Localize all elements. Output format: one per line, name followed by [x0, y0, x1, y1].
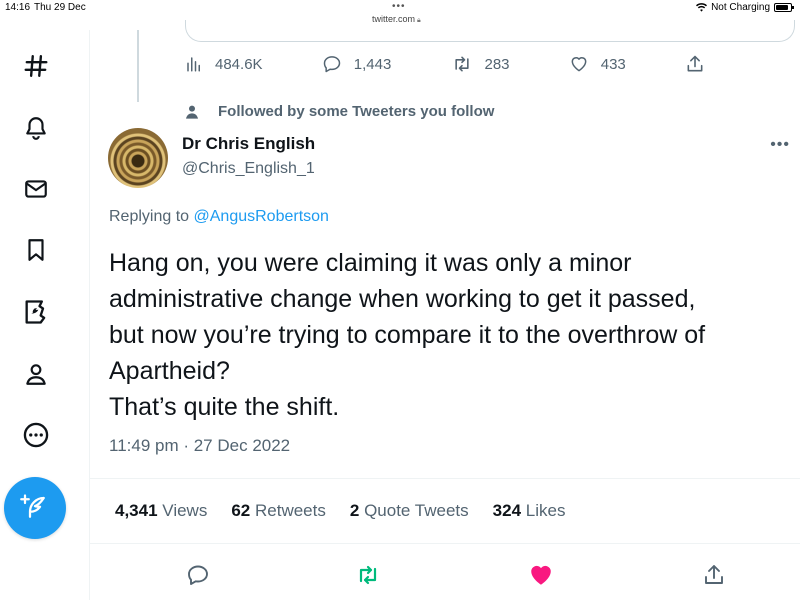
more-circle-icon[interactable]	[16, 415, 56, 455]
reply-icon	[188, 565, 208, 585]
prev-retweet-button[interactable]: 283	[451, 54, 510, 74]
retweet-icon	[359, 565, 377, 585]
battery-icon	[774, 3, 794, 12]
mail-icon[interactable]	[16, 169, 56, 209]
replying-to: Replying to @AngusRobertson	[109, 208, 329, 226]
feather-plus-icon	[20, 494, 45, 518]
twitter-blue-icon[interactable]	[16, 292, 56, 332]
retweets-stat[interactable]: 62 Retweets	[231, 501, 326, 521]
prev-share-button[interactable]	[685, 54, 705, 74]
analytics-icon	[187, 57, 200, 72]
social-context: Followed by some Tweeters you follow	[184, 103, 494, 120]
prev-like-count: 433	[600, 55, 626, 73]
prev-views-count: 484.6K	[215, 55, 263, 73]
social-context-text: Followed by some Tweeters you follow	[218, 103, 495, 120]
quotes-count: 2	[349, 501, 360, 520]
quotes-label: Quote Tweets	[364, 501, 469, 520]
share-button[interactable]	[699, 560, 729, 590]
views-stat[interactable]: 4,341 Views	[115, 501, 207, 521]
tweet-stats: 4,341 Views 62 Retweets 2 Quote Tweets 3…	[90, 478, 800, 544]
hashtag-icon[interactable]	[16, 46, 56, 86]
status-date: Thu 29 Dec	[34, 2, 86, 13]
thread-line	[137, 30, 139, 102]
browser-dots-icon[interactable]: •••	[392, 1, 406, 12]
prev-reply-count: 1,443	[353, 55, 392, 73]
prev-retweet-count: 283	[484, 55, 510, 73]
likes-label: Likes	[525, 501, 566, 520]
replying-prefix: Replying to	[109, 208, 190, 225]
bell-icon[interactable]	[16, 108, 56, 148]
avatar[interactable]	[108, 128, 168, 188]
views-count: 4,341	[115, 501, 158, 520]
profile-icon[interactable]	[16, 354, 56, 394]
tweet-actions	[90, 554, 800, 594]
author-name[interactable]: Dr Chris English	[182, 134, 315, 154]
likes-stat[interactable]: 324 Likes	[493, 501, 566, 521]
prev-views-button[interactable]: 484.6K	[185, 54, 263, 74]
tweet-timestamp[interactable]: 11:49 pm · 27 Dec 2022	[109, 436, 290, 456]
views-label: Views	[162, 501, 208, 520]
heart-icon	[571, 57, 587, 72]
author-handle[interactable]: @Chris_English_1	[182, 160, 315, 178]
tweet-detail: 484.6K 1,443 283 433 Followed by some Tw…	[90, 20, 800, 600]
replying-to-link[interactable]: @AngusRobertson	[194, 208, 329, 225]
reply-icon	[323, 56, 340, 73]
retweets-count: 62	[231, 501, 251, 520]
more-options-icon[interactable]: •••	[770, 136, 790, 154]
retweet-button[interactable]	[353, 560, 383, 590]
share-icon	[687, 55, 703, 72]
heart-filled-icon	[531, 565, 551, 585]
charging-status: Not Charging	[711, 2, 770, 13]
tweet-text: Hang on, you were claiming it was only a…	[109, 249, 706, 421]
wifi-icon	[696, 3, 708, 12]
quotes-stat[interactable]: 2 Quote Tweets	[350, 501, 469, 521]
bookmark-icon[interactable]	[16, 230, 56, 270]
prev-reply-button[interactable]: 1,443	[322, 54, 392, 74]
reply-button[interactable]	[183, 560, 213, 590]
previous-tweet-quote-card[interactable]	[185, 20, 795, 42]
retweets-label: Retweets	[254, 501, 326, 520]
share-icon	[705, 565, 723, 584]
compose-tweet-button[interactable]	[4, 477, 66, 539]
prev-like-button[interactable]: 433	[569, 54, 626, 74]
sidebar	[0, 30, 90, 600]
person-icon	[186, 105, 198, 119]
status-time: 14:16	[5, 2, 31, 13]
likes-count: 324	[492, 501, 522, 520]
status-right: Not Charging	[696, 2, 794, 13]
like-button[interactable]	[526, 560, 556, 590]
previous-tweet-actions: 484.6K 1,443 283 433	[185, 54, 705, 74]
retweet-icon	[454, 56, 469, 72]
